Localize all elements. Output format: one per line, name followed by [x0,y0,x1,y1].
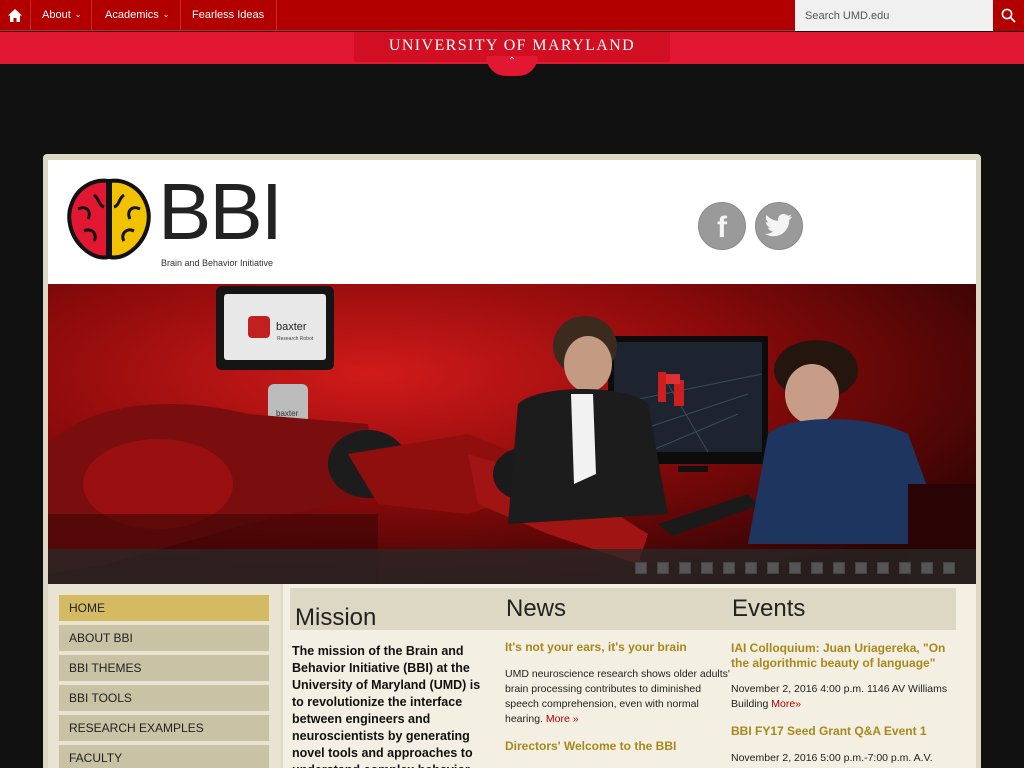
umd-wordmark[interactable]: UNIVERSITY OF MARYLAND [354,37,670,55]
slideshow-dot[interactable] [833,562,845,574]
sidebar-item-home[interactable]: HOME [59,595,269,621]
slideshow-dot[interactable] [767,562,779,574]
mission-text: The mission of the Brain and Behavior In… [292,644,481,768]
bbi-logo-title[interactable]: BBI [158,172,283,252]
nav-academics[interactable]: Academics ⌄ [95,0,181,31]
bbi-logo-subtitle: Brain and Behavior Initiative [161,258,274,268]
search-input[interactable] [795,0,993,31]
news-more-link[interactable]: More » [546,713,579,725]
chevron-down-icon: ⌄ [74,10,82,19]
event-item-info: November 2, 2016 5:00 p.m.-7:00 p.m. A.V… [731,752,933,764]
news-heading: News [506,595,567,622]
slideshow-dot[interactable] [811,562,823,574]
slideshow-dot[interactable] [679,562,691,574]
slideshow-dot[interactable] [635,562,647,574]
sidebar-item-about-bbi[interactable]: ABOUT BBI [59,625,269,651]
nav-fearless-ideas-label: Fearless Ideas [192,9,265,21]
sidebar-item-bbi-tools[interactable]: BBI TOOLS [59,685,269,711]
news-item-title[interactable]: It's not your ears, it's your brain [505,640,687,654]
search-icon [1001,8,1016,23]
event-item-details: November 2, 2016 4:00 p.m. 1146 AV Willi… [731,683,948,710]
nav-fearless-ideas[interactable]: Fearless Ideas [182,0,278,31]
nav-about[interactable]: About ⌄ [32,0,93,31]
twitter-button[interactable] [755,202,803,250]
chevron-down-icon: ⌄ [162,10,170,19]
sidebar-item-bbi-themes[interactable]: BBI THEMES [59,655,269,681]
slideshow-dot[interactable] [745,562,757,574]
slideshow-dot[interactable] [701,562,713,574]
robot-screen-text: baxter [276,321,307,333]
news-item-body: UMD neuroscience research shows older ad… [505,667,730,727]
brand-tab[interactable]: ⌃ [486,56,538,76]
slideshow-dot[interactable] [943,562,955,574]
home-icon [8,9,22,22]
facebook-icon: f [717,211,727,244]
event-item-title[interactable]: BBI FY17 Seed Grant Q&A Event 1 [731,724,956,739]
event-more-link[interactable]: More» [771,698,801,710]
facebook-button[interactable]: f [698,202,746,250]
twitter-icon [764,213,793,237]
chevron-up-icon: ⌃ [507,56,517,67]
slideshow-dot[interactable] [789,562,801,574]
nav-academics-label: Academics [105,9,159,21]
nav-about-label: About [42,9,71,21]
slideshow-dot[interactable] [855,562,867,574]
slideshow-dot[interactable] [877,562,889,574]
home-button[interactable] [0,0,31,31]
event-item-title[interactable]: IAI Colloquium: Juan Uriagereka, "On the… [731,641,956,671]
news-item-title[interactable]: Directors' Welcome to the BBI [505,739,676,753]
slideshow-dot[interactable] [899,562,911,574]
robot-screen-subtext: Research Robot [277,336,314,342]
mission-heading: Mission [295,604,377,631]
slideshow-dot[interactable] [723,562,735,574]
news-item-text: UMD neuroscience research shows older ad… [505,668,730,725]
brain-logo-icon[interactable] [64,175,154,265]
search-button[interactable] [993,0,1024,31]
slideshow-dot[interactable] [657,562,669,574]
hero-slideshow[interactable]: baxter Research Robot baxter [48,284,976,584]
events-heading: Events [732,595,806,622]
sidebar-item-faculty[interactable]: FACULTY [59,745,269,768]
event-item-info: November 2, 2016 4:00 p.m. 1146 AV Willi… [731,682,961,712]
sidebar-item-research-examples[interactable]: RESEARCH EXAMPLES [59,715,269,741]
slideshow-dot[interactable] [921,562,933,574]
hero-photo: baxter Research Robot baxter [48,284,976,584]
